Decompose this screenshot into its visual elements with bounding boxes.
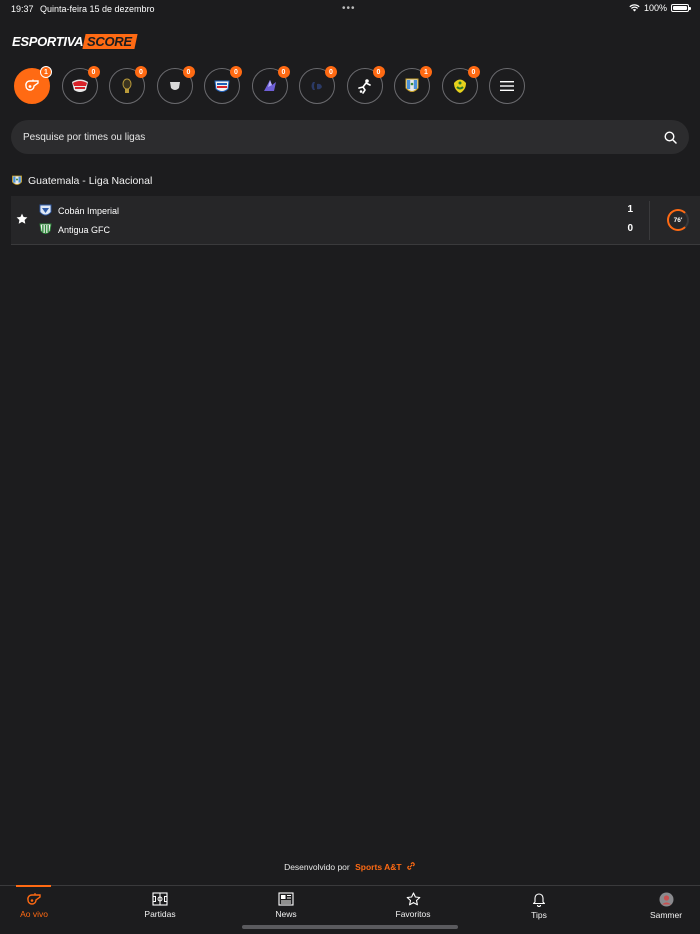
tab-partidas[interactable]: Partidas: [130, 892, 190, 919]
search-icon[interactable]: [664, 130, 677, 144]
league-filter-row: 1 0 0 0 0 0 0 0 1 0: [14, 66, 525, 104]
match-minute: 76': [667, 209, 689, 231]
league-logo-yellow-green-icon: [453, 79, 466, 93]
league-badge: 0: [467, 66, 480, 78]
league-badge: 0: [325, 66, 337, 78]
link-icon[interactable]: [406, 861, 416, 871]
status-right: 100%: [629, 3, 691, 13]
league-name: Guatemala - Liga Nacional: [28, 175, 153, 187]
league-logo-blue-red-icon: [214, 80, 230, 92]
developed-by-label: Desenvolvido por: [284, 862, 350, 872]
league-button-blue-red[interactable]: 0: [204, 66, 242, 104]
status-date: Quinta-feira 15 de dezembro: [40, 4, 155, 14]
tab-label: Partidas: [144, 909, 176, 919]
league-button-dark-blue[interactable]: 0: [299, 66, 337, 104]
developed-by: Desenvolvido por Sports A&T: [0, 861, 700, 872]
league-badge: 1: [420, 66, 432, 78]
match-row[interactable]: Cobán Imperial Antigua GFC 1 0 76': [11, 196, 700, 245]
tab-label: Tips: [531, 910, 547, 920]
active-tab-indicator: [16, 885, 51, 887]
league-button-white-shield[interactable]: 0: [156, 66, 195, 104]
league-header[interactable]: Guatemala - Liga Nacional: [12, 175, 152, 187]
tab-label: Ao vivo: [20, 909, 48, 919]
tab-profile[interactable]: Sammer: [636, 892, 696, 920]
away-team-name: Antigua GFC: [58, 224, 111, 235]
league-badge: 0: [135, 66, 147, 78]
home-team: Cobán Imperial: [39, 204, 119, 218]
league-badge: 1: [40, 66, 52, 78]
coban-imperial-crest-icon: [39, 204, 52, 216]
tab-label: Sammer: [649, 910, 683, 920]
league-badge: 0: [372, 66, 385, 78]
developer-link[interactable]: Sports A&T: [355, 862, 401, 872]
status-time: 19:37: [11, 4, 34, 14]
match-divider: [649, 201, 650, 240]
league-button-yellow-green[interactable]: 0: [441, 66, 480, 104]
multitasking-dots-icon[interactable]: •••: [342, 3, 356, 14]
away-score: 0: [627, 223, 633, 234]
whistle-icon: [25, 79, 39, 91]
search-bar[interactable]: [11, 120, 689, 154]
wifi-icon: [629, 4, 640, 12]
star-icon: [406, 892, 420, 906]
logo-text-score: SCORE: [82, 33, 138, 49]
home-score: 1: [627, 204, 633, 215]
league-button-guatemala[interactable]: 1: [394, 66, 432, 104]
tab-news[interactable]: News: [256, 892, 316, 919]
home-indicator[interactable]: [242, 925, 458, 929]
bell-icon: [532, 893, 546, 907]
battery-icon: [671, 4, 691, 12]
tab-tips[interactable]: Tips: [509, 892, 569, 920]
battery-percent: 100%: [643, 3, 667, 13]
league-logo-dark-blue-icon: [311, 82, 322, 90]
league-logo-player-icon: [357, 79, 371, 94]
league-button-live[interactable]: 1: [14, 66, 52, 104]
search-input[interactable]: [23, 131, 664, 143]
league-badge: 0: [87, 66, 100, 78]
pitch-icon: [152, 892, 168, 906]
league-button-player[interactable]: 0: [346, 66, 385, 104]
tab-ao-vivo[interactable]: Ao vivo: [4, 892, 64, 919]
league-button-gold[interactable]: 0: [109, 66, 147, 104]
antigua-gfc-crest-icon: [39, 223, 52, 234]
tab-label: Favoritos: [395, 909, 431, 919]
guatemala-league-icon: [12, 175, 22, 185]
league-logo-gold-icon: [122, 78, 132, 93]
league-badge: 0: [182, 66, 195, 78]
league-logo-red-icon: [71, 79, 88, 92]
league-button-purple[interactable]: 0: [251, 66, 290, 104]
league-logo-purple-icon: [263, 80, 276, 91]
whistle-icon: [27, 893, 41, 905]
menu-button[interactable]: [489, 68, 525, 104]
league-badge: 0: [277, 66, 290, 78]
hamburger-menu-icon: [500, 81, 514, 91]
logo-text-esportiva: ESPORTIVA: [12, 33, 84, 49]
newspaper-icon: [278, 892, 294, 906]
tab-label: News: [275, 909, 297, 919]
favorite-star-icon[interactable]: [16, 213, 28, 225]
status-bar: 19:37 Quinta-feira 15 de dezembro ••• 10…: [0, 0, 700, 18]
league-badge: 0: [230, 66, 242, 78]
league-logo-white-shield-icon: [169, 82, 180, 90]
league-button-red[interactable]: 0: [61, 66, 100, 104]
home-team-name: Cobán Imperial: [58, 206, 120, 216]
league-logo-guatemala-icon: [405, 78, 419, 92]
avatar-icon: [659, 892, 673, 907]
app-logo: ESPORTIVA SCORE: [12, 33, 138, 49]
tab-favoritos[interactable]: Favoritos: [383, 892, 443, 919]
away-team: Antigua GFC: [39, 223, 110, 236]
